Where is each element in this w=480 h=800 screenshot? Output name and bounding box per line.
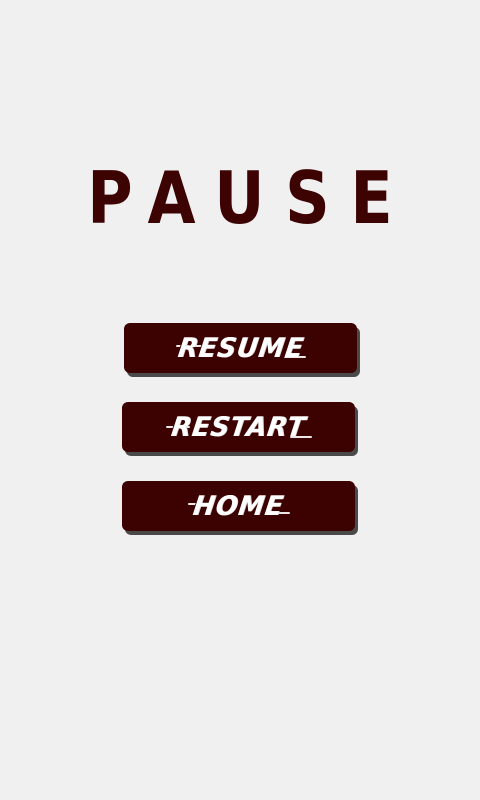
home-button[interactable]: HOME xyxy=(122,481,355,531)
pause-menu: RESUME RESTART HOME xyxy=(0,0,480,800)
pause-screen: PAUSE RESUME RESTART HOME xyxy=(0,0,480,800)
restart-button[interactable]: RESTART xyxy=(122,402,355,452)
resume-button[interactable]: RESUME xyxy=(124,323,357,373)
restart-button-label: RESTART xyxy=(169,411,308,443)
resume-button-label: RESUME xyxy=(175,332,306,364)
home-button-label: HOME xyxy=(191,490,286,522)
